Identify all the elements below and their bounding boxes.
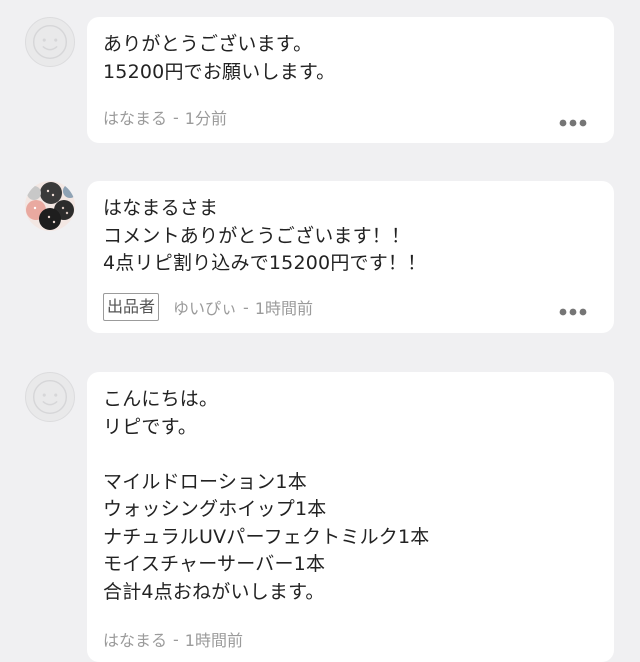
- meta-separator: -: [243, 297, 249, 317]
- comment-meta: はなまる - 1分前: [103, 105, 227, 129]
- seller-badge: 出品者: [103, 293, 160, 321]
- comment-author[interactable]: はなまる: [103, 105, 167, 129]
- user-avatar-image[interactable]: [25, 181, 75, 231]
- comment-text: はなまるさま コメントありがとうございます！！ 4点リピ割り込みで15200円で…: [103, 197, 427, 274]
- more-horizontal-icon[interactable]: [558, 118, 588, 128]
- comment-time: 1分前: [184, 109, 227, 128]
- comment-meta: はなまる - 1時間前: [103, 627, 243, 651]
- comment-bubble: ありがとうございます。 15200円でお願いします。 はなまる - 1分前: [87, 17, 614, 143]
- default-avatar-icon[interactable]: [25, 372, 75, 422]
- comment-bubble: こんにちは。 リピです。 マイルドローション1本 ウォッシングホイップ1本 ナチ…: [87, 372, 614, 662]
- comment-text: ありがとうございます。 15200円でお願いします。: [103, 33, 336, 83]
- comment-bubble: はなまるさま コメントありがとうございます！！ 4点リピ割り込みで15200円で…: [87, 181, 614, 333]
- meta-separator: -: [173, 629, 179, 649]
- meta-separator: -: [173, 107, 179, 127]
- comment-author[interactable]: はなまる: [103, 627, 167, 651]
- more-horizontal-icon[interactable]: [558, 307, 588, 317]
- comment-author[interactable]: ゆいぴぃ: [173, 295, 237, 319]
- default-avatar-icon[interactable]: [25, 17, 75, 67]
- comment-meta: 出品者 ゆいぴぃ - 1時間前: [103, 293, 313, 321]
- comment-time: 1時間前: [254, 299, 313, 318]
- comment-text: こんにちは。 リピです。 マイルドローション1本 ウォッシングホイップ1本 ナチ…: [103, 388, 430, 603]
- comment-time: 1時間前: [184, 631, 243, 650]
